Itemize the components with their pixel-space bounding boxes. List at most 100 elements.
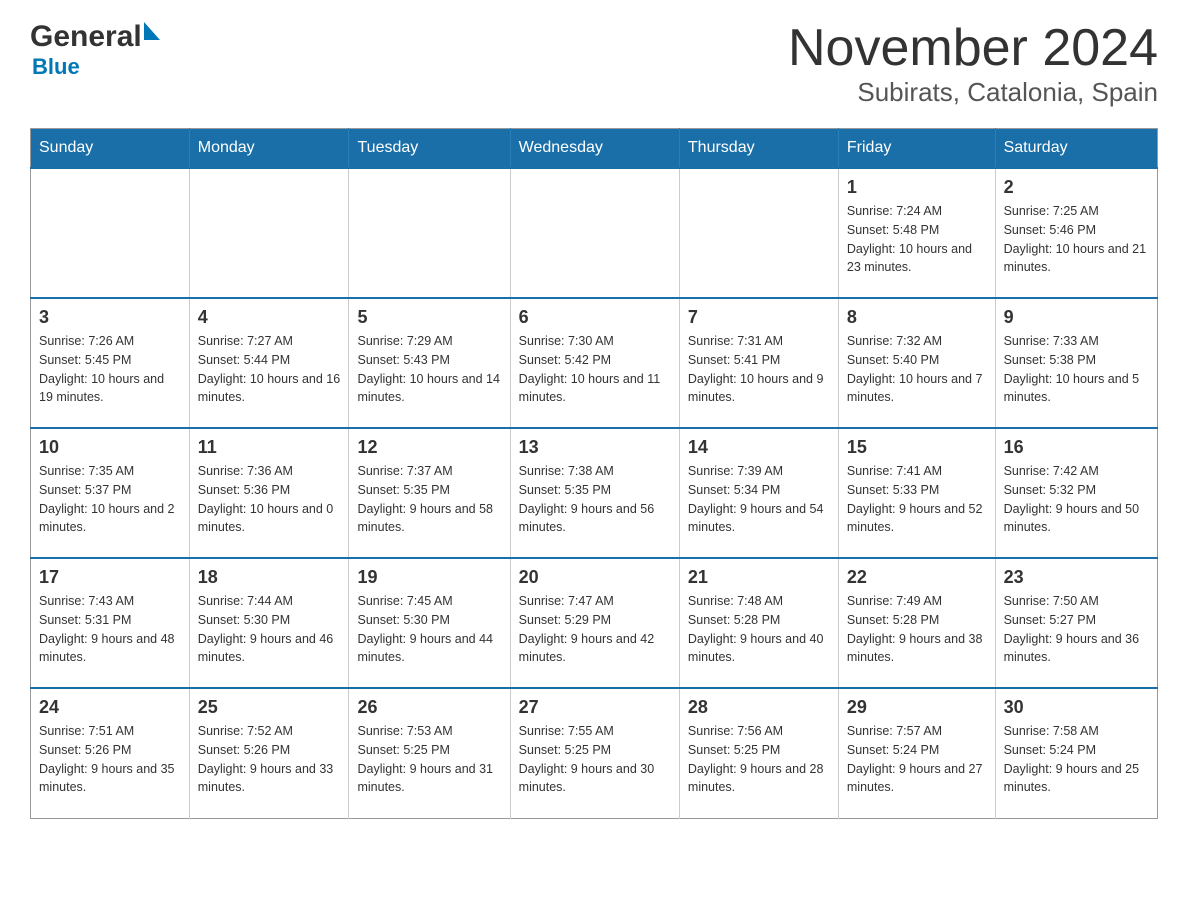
day-info: Sunrise: 7:29 AMSunset: 5:43 PMDaylight:… [357,332,501,407]
logo: General Blue [30,20,160,80]
day-info: Sunrise: 7:58 AMSunset: 5:24 PMDaylight:… [1004,722,1149,797]
day-info: Sunrise: 7:50 AMSunset: 5:27 PMDaylight:… [1004,592,1149,667]
day-number: 13 [519,437,671,458]
calendar-title: November 2024 [788,20,1158,77]
day-info: Sunrise: 7:42 AMSunset: 5:32 PMDaylight:… [1004,462,1149,537]
logo-blue-text: Blue [32,54,80,80]
day-info: Sunrise: 7:26 AMSunset: 5:45 PMDaylight:… [39,332,181,407]
day-number: 1 [847,177,987,198]
day-number: 26 [357,697,501,718]
day-info: Sunrise: 7:35 AMSunset: 5:37 PMDaylight:… [39,462,181,537]
day-info: Sunrise: 7:39 AMSunset: 5:34 PMDaylight:… [688,462,830,537]
day-cell: 21 Sunrise: 7:48 AMSunset: 5:28 PMDayligh… [679,558,838,688]
day-cell: 1 Sunrise: 7:24 AMSunset: 5:48 PMDaylight… [838,168,995,298]
day-cell: 27 Sunrise: 7:55 AMSunset: 5:25 PMDayligh… [510,688,679,818]
day-cell: 2 Sunrise: 7:25 AMSunset: 5:46 PMDaylight… [995,168,1157,298]
day-number: 4 [198,307,341,328]
weekday-header-monday: Monday [189,129,349,169]
day-info: Sunrise: 7:48 AMSunset: 5:28 PMDaylight:… [688,592,830,667]
day-number: 29 [847,697,987,718]
day-cell: 10 Sunrise: 7:35 AMSunset: 5:37 PMDayligh… [31,428,190,558]
day-number: 23 [1004,567,1149,588]
day-cell: 12 Sunrise: 7:37 AMSunset: 5:35 PMDayligh… [349,428,510,558]
day-number: 3 [39,307,181,328]
day-cell: 8 Sunrise: 7:32 AMSunset: 5:40 PMDaylight… [838,298,995,428]
week-row-5: 24 Sunrise: 7:51 AMSunset: 5:26 PMDayligh… [31,688,1158,818]
day-number: 5 [357,307,501,328]
weekday-header-friday: Friday [838,129,995,169]
day-number: 6 [519,307,671,328]
day-info: Sunrise: 7:31 AMSunset: 5:41 PMDaylight:… [688,332,830,407]
day-number: 27 [519,697,671,718]
title-block: November 2024 Subirats, Catalonia, Spain [788,20,1158,108]
day-number: 17 [39,567,181,588]
day-number: 20 [519,567,671,588]
day-info: Sunrise: 7:53 AMSunset: 5:25 PMDaylight:… [357,722,501,797]
day-number: 12 [357,437,501,458]
day-info: Sunrise: 7:24 AMSunset: 5:48 PMDaylight:… [847,202,987,277]
day-cell: 11Sunrise: 7:36 AMSunset: 5:36 PMDayligh… [189,428,349,558]
day-cell: 13Sunrise: 7:38 AMSunset: 5:35 PMDayligh… [510,428,679,558]
day-number: 15 [847,437,987,458]
day-cell: 19 Sunrise: 7:45 AMSunset: 5:30 PMDayligh… [349,558,510,688]
day-number: 24 [39,697,181,718]
calendar-table: SundayMondayTuesdayWednesdayThursdayFrid… [30,128,1158,819]
weekday-header-wednesday: Wednesday [510,129,679,169]
day-number: 30 [1004,697,1149,718]
week-row-3: 10 Sunrise: 7:35 AMSunset: 5:37 PMDayligh… [31,428,1158,558]
day-number: 18 [198,567,341,588]
day-info: Sunrise: 7:36 AMSunset: 5:36 PMDaylight:… [198,462,341,537]
day-cell: 4 Sunrise: 7:27 AMSunset: 5:44 PMDaylight… [189,298,349,428]
day-info: Sunrise: 7:49 AMSunset: 5:28 PMDaylight:… [847,592,987,667]
day-number: 16 [1004,437,1149,458]
day-cell: 15 Sunrise: 7:41 AMSunset: 5:33 PMDayligh… [838,428,995,558]
day-number: 22 [847,567,987,588]
day-cell: 28Sunrise: 7:56 AMSunset: 5:25 PMDayligh… [679,688,838,818]
day-info: Sunrise: 7:52 AMSunset: 5:26 PMDaylight:… [198,722,341,797]
day-info: Sunrise: 7:45 AMSunset: 5:30 PMDaylight:… [357,592,501,667]
day-info: Sunrise: 7:37 AMSunset: 5:35 PMDaylight:… [357,462,501,537]
weekday-header-thursday: Thursday [679,129,838,169]
day-cell: 20 Sunrise: 7:47 AMSunset: 5:29 PMDayligh… [510,558,679,688]
day-cell [510,168,679,298]
day-info: Sunrise: 7:55 AMSunset: 5:25 PMDaylight:… [519,722,671,797]
day-info: Sunrise: 7:56 AMSunset: 5:25 PMDaylight:… [688,722,830,797]
weekday-header-saturday: Saturday [995,129,1157,169]
week-row-4: 17Sunrise: 7:43 AMSunset: 5:31 PMDayligh… [31,558,1158,688]
day-number: 21 [688,567,830,588]
logo-general-text: General [30,20,142,54]
day-number: 9 [1004,307,1149,328]
day-number: 19 [357,567,501,588]
day-info: Sunrise: 7:47 AMSunset: 5:29 PMDaylight:… [519,592,671,667]
day-info: Sunrise: 7:51 AMSunset: 5:26 PMDaylight:… [39,722,181,797]
day-cell: 5 Sunrise: 7:29 AMSunset: 5:43 PMDaylight… [349,298,510,428]
day-number: 10 [39,437,181,458]
day-info: Sunrise: 7:32 AMSunset: 5:40 PMDaylight:… [847,332,987,407]
day-number: 8 [847,307,987,328]
day-number: 25 [198,697,341,718]
day-cell: 16 Sunrise: 7:42 AMSunset: 5:32 PMDayligh… [995,428,1157,558]
day-cell: 29Sunrise: 7:57 AMSunset: 5:24 PMDayligh… [838,688,995,818]
day-cell: 22 Sunrise: 7:49 AMSunset: 5:28 PMDayligh… [838,558,995,688]
day-cell [189,168,349,298]
day-cell [349,168,510,298]
week-row-2: 3 Sunrise: 7:26 AMSunset: 5:45 PMDaylight… [31,298,1158,428]
day-cell: 24 Sunrise: 7:51 AMSunset: 5:26 PMDayligh… [31,688,190,818]
calendar-subtitle: Subirats, Catalonia, Spain [788,77,1158,108]
day-cell: 14 Sunrise: 7:39 AMSunset: 5:34 PMDayligh… [679,428,838,558]
day-info: Sunrise: 7:25 AMSunset: 5:46 PMDaylight:… [1004,202,1149,277]
day-info: Sunrise: 7:33 AMSunset: 5:38 PMDaylight:… [1004,332,1149,407]
day-cell: 6Sunrise: 7:30 AMSunset: 5:42 PMDaylight… [510,298,679,428]
day-info: Sunrise: 7:27 AMSunset: 5:44 PMDaylight:… [198,332,341,407]
weekday-header-row: SundayMondayTuesdayWednesdayThursdayFrid… [31,129,1158,169]
day-cell: 7 Sunrise: 7:31 AMSunset: 5:41 PMDaylight… [679,298,838,428]
day-cell: 26 Sunrise: 7:53 AMSunset: 5:25 PMDayligh… [349,688,510,818]
day-number: 2 [1004,177,1149,198]
day-number: 7 [688,307,830,328]
day-cell: 9 Sunrise: 7:33 AMSunset: 5:38 PMDaylight… [995,298,1157,428]
day-cell: 3 Sunrise: 7:26 AMSunset: 5:45 PMDaylight… [31,298,190,428]
day-cell: 30 Sunrise: 7:58 AMSunset: 5:24 PMDayligh… [995,688,1157,818]
week-row-1: 1 Sunrise: 7:24 AMSunset: 5:48 PMDaylight… [31,168,1158,298]
day-number: 14 [688,437,830,458]
day-info: Sunrise: 7:41 AMSunset: 5:33 PMDaylight:… [847,462,987,537]
